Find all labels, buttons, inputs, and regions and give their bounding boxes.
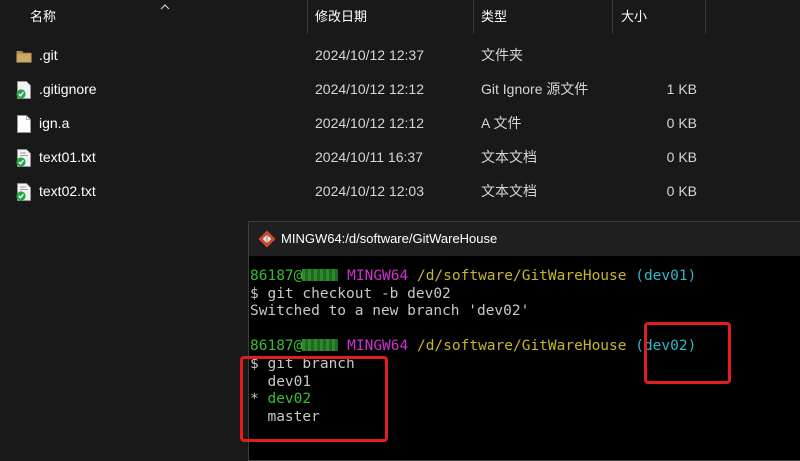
prompt-user: 86187@ — [250, 268, 303, 284]
file-name: text02.txt — [39, 183, 96, 199]
file-modified: 2024/10/12 12:12 — [315, 115, 424, 131]
column-size-header[interactable]: 大小 — [621, 0, 647, 34]
file-size: 1 KB — [666, 81, 697, 97]
highlight-box-branch-list — [240, 356, 388, 442]
column-name-header[interactable]: 名称 — [30, 0, 56, 34]
file-size: 0 KB — [666, 183, 697, 199]
text-file-check-icon — [16, 81, 31, 99]
blank-file-icon — [17, 115, 31, 133]
highlight-box-branch-prompt — [644, 322, 731, 384]
command-line: $ git checkout -b dev02 — [250, 285, 451, 302]
file-size: 0 KB — [666, 115, 697, 131]
command-output: Switched to a new branch 'dev02' — [250, 303, 530, 320]
file-type: 文本文档 — [481, 183, 537, 199]
column-divider[interactable] — [705, 0, 706, 34]
file-size — [617, 38, 697, 72]
redacted-hostname — [302, 339, 339, 352]
prompt-path: /d/software/GitWareHouse — [416, 268, 627, 284]
file-type: A 文件 — [481, 115, 522, 131]
file-type: 文件夹 — [481, 47, 523, 63]
prompt-env: MINGW64 — [347, 268, 409, 284]
terminal-title: MINGW64:/d/software/GitWareHouse — [281, 231, 498, 246]
redacted-hostname — [302, 269, 339, 281]
file-modified: 2024/10/12 12:03 — [315, 183, 424, 199]
column-header: 名称 修改日期 类型 大小 — [0, 0, 800, 34]
file-modified: 2024/10/12 12:37 — [315, 47, 424, 63]
file-modified: 2024/10/12 12:12 — [315, 81, 424, 97]
column-type-header[interactable]: 类型 — [481, 0, 507, 34]
terminal-titlebar[interactable]: MINGW64:/d/software/GitWareHouse — [249, 222, 800, 256]
file-type: Git Ignore 源文件 — [481, 81, 589, 97]
column-divider[interactable] — [307, 0, 308, 34]
file-name: ign.a — [39, 115, 70, 131]
file-modified: 2024/10/11 16:37 — [315, 149, 423, 165]
text-file-check-icon — [16, 149, 31, 167]
file-size: 0 KB — [666, 149, 697, 165]
column-divider[interactable] — [612, 0, 613, 34]
prompt-user: 86187@ — [250, 338, 303, 355]
sort-ascending-icon — [160, 4, 170, 10]
prompt-line: 86187@ MINGW64 /d/software/GitWareHouse … — [249, 268, 800, 286]
file-row[interactable]: ign.a 2024/10/12 12:12 A 文件 0 KB — [0, 106, 800, 140]
file-name: .git — [39, 47, 58, 63]
file-name: text01.txt — [39, 149, 96, 165]
prompt-path: /d/software/GitWareHouse — [416, 338, 627, 355]
column-modified-header[interactable]: 修改日期 — [315, 0, 367, 34]
file-row[interactable]: .gitignore 2024/10/12 12:12 Git Ignore 源… — [0, 72, 800, 106]
file-row[interactable]: text01.txt 2024/10/11 16:37 文本文档 0 KB — [0, 140, 800, 174]
column-divider[interactable] — [473, 0, 474, 34]
prompt-env: MINGW64 — [347, 338, 409, 355]
text-file-check-icon — [16, 183, 31, 201]
file-name: .gitignore — [39, 81, 97, 97]
file-row[interactable]: .git 2024/10/12 12:37 文件夹 — [0, 38, 800, 72]
file-row[interactable]: text02.txt 2024/10/12 12:03 文本文档 0 KB — [0, 174, 800, 208]
prompt-branch: (dev01) — [635, 268, 697, 284]
git-bash-icon — [258, 230, 276, 248]
file-type: 文本文档 — [481, 149, 537, 165]
folder-icon — [16, 51, 32, 63]
